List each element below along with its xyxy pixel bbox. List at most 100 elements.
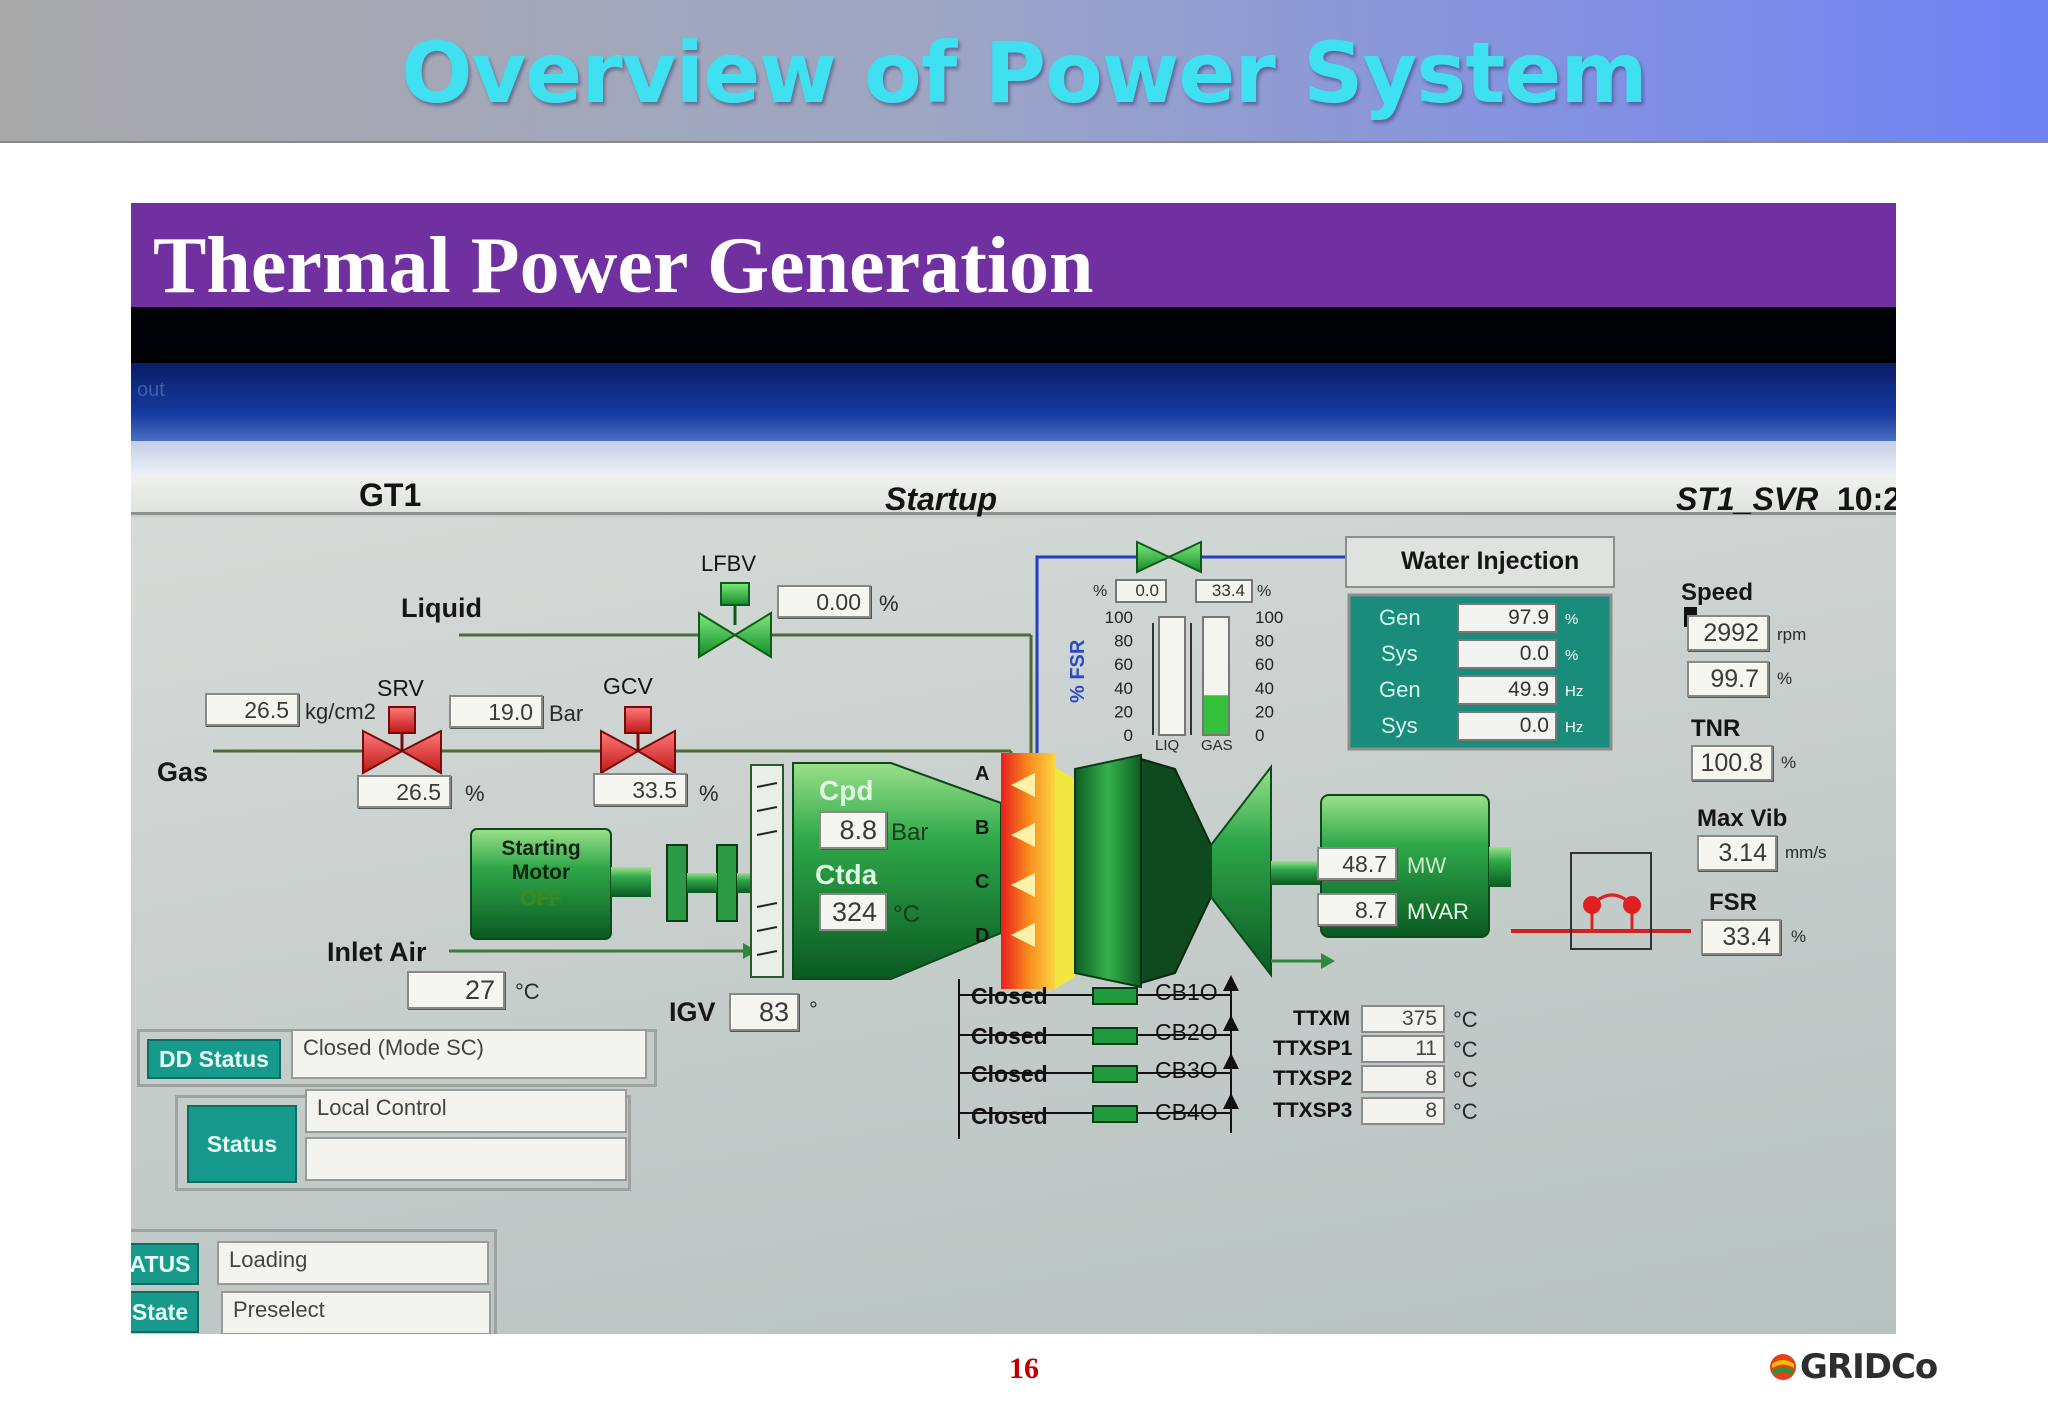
srv-label: SRV (377, 675, 424, 701)
breaker-1-name: CB1O (1155, 979, 1218, 1005)
gcv-position-value: 33.5 (593, 773, 687, 806)
cpd-value: 8.8 (819, 811, 887, 849)
breaker-status-icons (1092, 987, 1138, 1123)
igv-value: 83 (729, 993, 799, 1031)
gcv-pressure-value: 19.0 (449, 695, 543, 728)
generator-mw-value: 48.7 (1317, 847, 1397, 880)
fsr-tick-label-left: 100 (1105, 608, 1133, 627)
gas-fuel-label: Gas (157, 757, 209, 787)
srv-position-value: 26.5 (357, 775, 451, 808)
control-status-value: Local Control (305, 1089, 627, 1133)
wi-row-value-1: 97.9 (1457, 603, 1557, 633)
fsr-unit: % (1791, 927, 1807, 946)
lower-state-label: State (131, 1291, 199, 1333)
wi-row-value-2: 0.0 (1457, 639, 1557, 669)
lower-status-label: ATUS (131, 1243, 199, 1285)
wi-row-unit-3: Hz (1565, 683, 1584, 700)
lower-state-value: Preselect (221, 1291, 491, 1334)
wi-row-unit-2: % (1565, 647, 1579, 664)
max-vib-unit: mm/s (1785, 843, 1827, 862)
control-status-value-2 (305, 1137, 627, 1181)
fsr-value: 33.4 (1701, 919, 1781, 955)
generator-mvar-value: 8.7 (1317, 893, 1397, 926)
wi-row-name-4: Sys (1381, 713, 1418, 738)
wi-row-value-3: 49.9 (1457, 675, 1557, 705)
ttxsp3-value: 8 (1361, 1097, 1445, 1125)
inlet-air-unit: °C (515, 979, 540, 1004)
fsr-tick-label-right: 0 (1255, 726, 1264, 745)
wi-row-name-3: Gen (1379, 677, 1421, 702)
fsr-liq-label: LIQ (1155, 737, 1180, 754)
ttxm-unit: °C (1453, 1007, 1478, 1032)
fsr-tick-label-left: 60 (1114, 655, 1133, 674)
speed-rpm-value: 2992 (1687, 615, 1769, 651)
ttxsp2-label: TTXSP2 (1273, 1067, 1353, 1090)
breaker-2-name: CB2O (1155, 1019, 1218, 1045)
igv-unit: ° (809, 997, 818, 1022)
starting-motor-label: Starting Motor OFF (471, 837, 611, 911)
max-vib-label: Max Vib (1697, 805, 1788, 832)
ctda-label: Ctda (815, 859, 878, 890)
fsr-tick-label-left: 0 (1124, 726, 1133, 745)
speed-label: Speed (1681, 579, 1754, 606)
breaker-1-state: Closed (971, 983, 1048, 1009)
water-injection-title: Water Injection (1401, 547, 1580, 575)
fsr-tick-label-left: 40 (1114, 679, 1133, 698)
tnr-label: TNR (1691, 715, 1741, 742)
wi-row-value-4: 0.0 (1457, 711, 1557, 741)
brand-logo: GRIDCo (1768, 1344, 1938, 1390)
control-status-button[interactable]: Status (187, 1105, 297, 1183)
wi-row-name-1: Gen (1379, 605, 1421, 630)
lfbv-value: 0.00 (777, 585, 871, 618)
exhaust-arrow (1271, 953, 1335, 969)
fsr-gauge-ticks: 100 100 80 80 60 60 40 40 20 20 0 0 (1105, 608, 1284, 745)
ttxsp1-label: TTXSP1 (1273, 1037, 1353, 1060)
starting-motor-label-line1: Starting (501, 837, 581, 860)
ttxsp2-unit: °C (1453, 1067, 1478, 1092)
gridco-logo-icon (1770, 1354, 1796, 1380)
breaker-3-name: CB3O (1155, 1057, 1218, 1083)
lfbv-label: LFBV (701, 551, 757, 576)
fsr-tick-label-right: 100 (1255, 608, 1283, 627)
breaker-4-name: CB4O (1155, 1099, 1218, 1125)
speed-pct-unit: % (1777, 669, 1793, 688)
dd-status-button[interactable]: DD Status (147, 1039, 281, 1079)
fsr-tick-label-left: 20 (1114, 702, 1133, 721)
lfbv-unit: % (879, 591, 899, 616)
starting-motor-state: OFF (520, 887, 562, 910)
fsr-gas-label: GAS (1201, 737, 1233, 754)
gcv-label: GCV (603, 673, 653, 699)
turbine-icon (1074, 753, 1272, 989)
srv-pressure-unit: kg/cm2 (305, 699, 376, 724)
fsr-liq-bar-track (1158, 616, 1186, 736)
fsr-liq-value: 0.0 (1115, 579, 1167, 603)
section-banner: Thermal Power Generation (131, 203, 1896, 310)
liquid-fuel-label: Liquid (401, 593, 482, 623)
ttxsp3-unit: °C (1453, 1099, 1478, 1124)
fsr-gas-unit: % (1257, 583, 1272, 600)
dd-status-value: Closed (Mode SC) (291, 1029, 647, 1079)
combustor-row-a: A (975, 763, 990, 785)
ttxsp1-unit: °C (1453, 1037, 1478, 1062)
wi-row-unit-4: Hz (1565, 719, 1584, 736)
grid-connection (1511, 852, 1691, 950)
slide-header: Overview of Power System (0, 0, 2048, 143)
igv-label: IGV (669, 997, 716, 1027)
starting-motor-label-line2: Motor (511, 861, 571, 884)
igv-vanes-icon (750, 764, 784, 978)
fsr-axis-label: % FSR (1067, 639, 1089, 703)
ttxm-value: 375 (1361, 1005, 1445, 1033)
gcv-position-unit: % (699, 781, 719, 806)
breaker-3-state: Closed (971, 1061, 1048, 1087)
gcv-pressure-unit: Bar (549, 701, 584, 726)
wi-row-name-2: Sys (1381, 641, 1418, 666)
slide-title: Overview of Power System (401, 24, 1648, 122)
fsr-gas-value: 33.4 (1195, 579, 1253, 603)
water-injection-valve-icon (1136, 540, 1202, 574)
max-vib-value: 3.14 (1697, 835, 1777, 871)
gcv-valve-icon (600, 706, 676, 775)
combustor-row-c: C (975, 871, 990, 893)
ttxsp3-label: TTXSP3 (1273, 1099, 1353, 1122)
inlet-air-value: 27 (407, 971, 505, 1009)
inlet-air-label: Inlet Air (327, 937, 427, 967)
